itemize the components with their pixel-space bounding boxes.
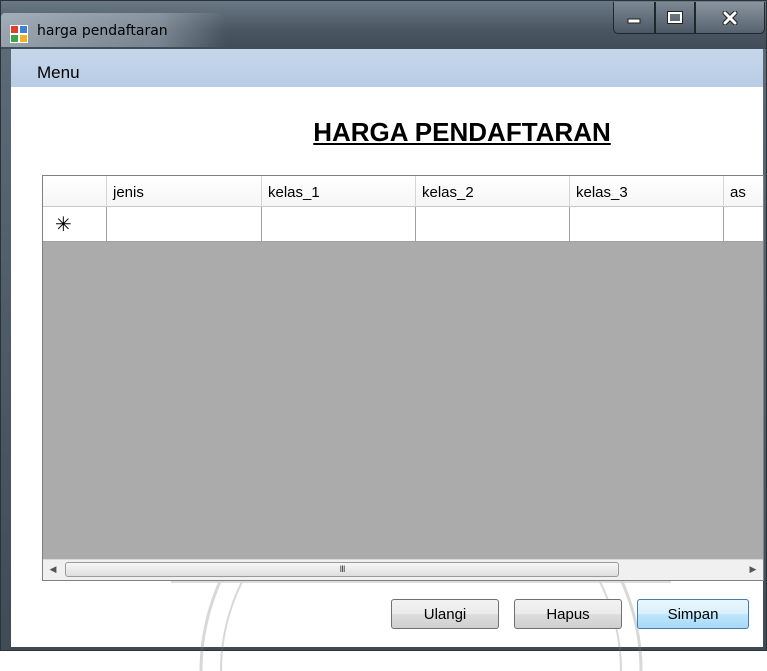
cell-jenis[interactable]: [107, 207, 262, 242]
menu-item-menu[interactable]: Menu: [37, 63, 80, 83]
table-row-new[interactable]: ✳: [43, 207, 763, 242]
maximize-button[interactable]: [655, 2, 695, 34]
column-header-as[interactable]: as: [724, 176, 763, 207]
scroll-right-icon[interactable]: ▶: [743, 560, 763, 580]
page-title: HARGA PENDAFTARAN: [313, 117, 611, 147]
hapus-button[interactable]: Hapus: [514, 599, 622, 629]
close-icon: [722, 10, 738, 25]
maximize-icon: [667, 11, 683, 24]
new-row-indicator-icon[interactable]: ✳: [43, 207, 107, 242]
data-grid[interactable]: jenis kelas_1 kelas_2 kelas_3 as ✳ ◀ III…: [42, 175, 764, 581]
cell-kelas-1[interactable]: [262, 207, 416, 242]
app-form-icon: [10, 25, 28, 43]
grid-corner-header[interactable]: [43, 176, 107, 207]
column-header-kelas-1[interactable]: kelas_1: [262, 176, 416, 207]
app-window: harga pendaftaran Menu HARGA PENDAFTARAN…: [0, 0, 767, 671]
column-header-jenis[interactable]: jenis: [107, 176, 262, 207]
ulangi-button[interactable]: Ulangi: [391, 599, 499, 629]
simpan-button[interactable]: Simpan: [637, 599, 749, 629]
window-title: harga pendaftaran: [37, 23, 168, 39]
close-button[interactable]: [695, 2, 765, 34]
scroll-left-icon[interactable]: ◀: [43, 560, 63, 580]
horizontal-scrollbar[interactable]: ◀ III ▶: [43, 559, 763, 580]
minimize-button[interactable]: [613, 2, 655, 34]
cell-kelas-3[interactable]: [570, 207, 724, 242]
scroll-thumb[interactable]: III: [65, 562, 619, 577]
cell-kelas-2[interactable]: [416, 207, 570, 242]
menu-bar: Menu: [11, 49, 763, 87]
cell-as[interactable]: [724, 207, 763, 242]
column-header-kelas-3[interactable]: kelas_3: [570, 176, 724, 207]
minimize-icon: [627, 18, 641, 23]
grid-header-row: jenis kelas_1 kelas_2 kelas_3 as: [43, 176, 763, 207]
form-client-area: Menu HARGA PENDAFTARAN jenis kelas_1 kel…: [11, 49, 764, 671]
column-header-kelas-2[interactable]: kelas_2: [416, 176, 570, 207]
caption-buttons: [613, 2, 765, 36]
title-bar[interactable]: harga pendaftaran: [1, 1, 766, 49]
scroll-grip-icon: III: [339, 564, 346, 575]
